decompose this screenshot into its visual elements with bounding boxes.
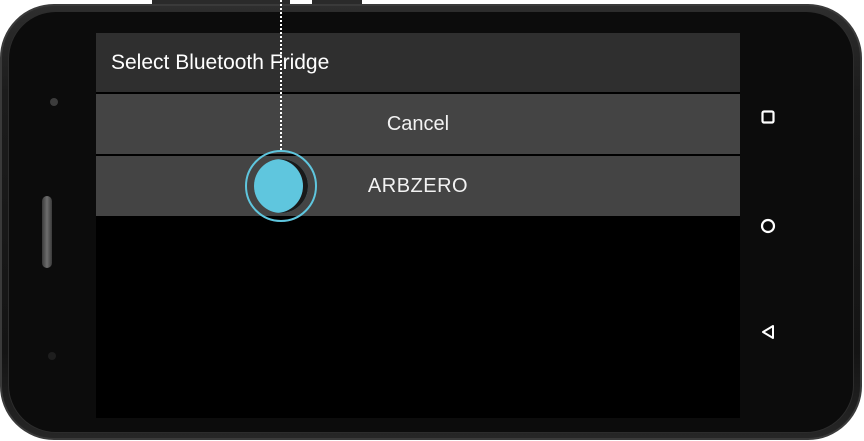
tap-guide-line xyxy=(280,0,282,150)
android-nav-bar xyxy=(740,33,796,418)
tap-target-core xyxy=(254,159,308,213)
front-camera-icon xyxy=(50,98,58,106)
dialog-title: Select Bluetooth Fridge xyxy=(96,33,740,92)
stage: Select Bluetooth Fridge Cancel ARBZERO xyxy=(0,0,864,441)
recent-apps-icon[interactable] xyxy=(758,107,778,127)
device-option-arbzero[interactable]: ARBZERO xyxy=(96,156,740,216)
phone-screen: Select Bluetooth Fridge Cancel ARBZERO xyxy=(96,33,740,418)
home-icon[interactable] xyxy=(758,216,778,236)
cancel-option[interactable]: Cancel xyxy=(96,94,740,154)
tap-target-icon xyxy=(245,150,317,222)
earpiece-speaker xyxy=(42,196,52,268)
sensor-dot xyxy=(48,352,56,360)
back-icon[interactable] xyxy=(758,322,778,342)
